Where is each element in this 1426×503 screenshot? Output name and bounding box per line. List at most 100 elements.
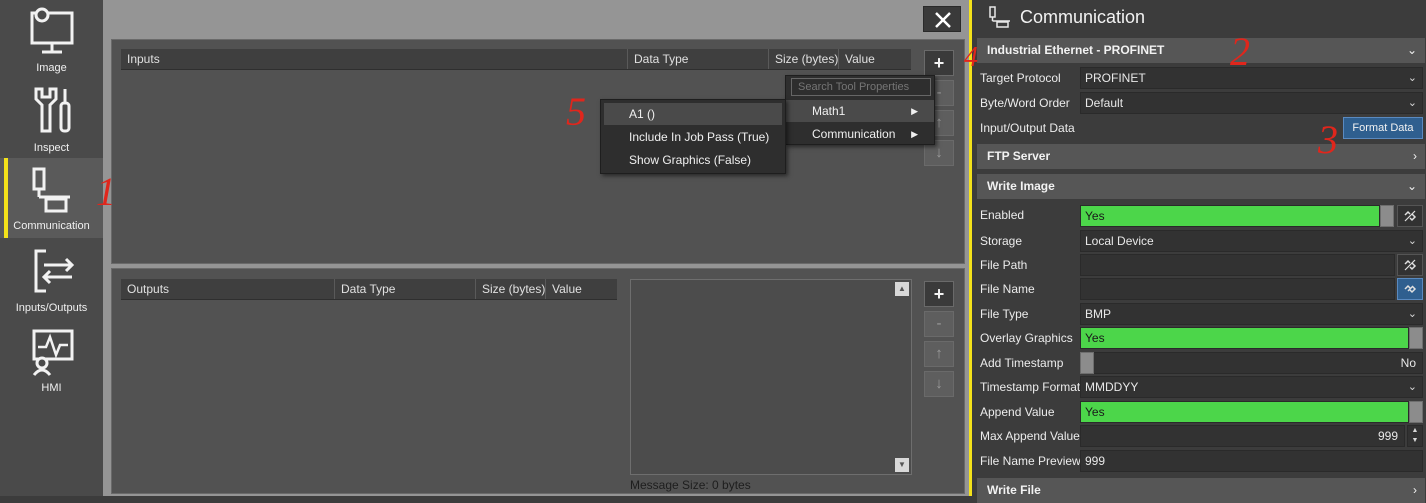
file-name-label: File Name [980, 282, 1035, 296]
left-nav: Image Inspect Communication Inputs/Outpu… [0, 0, 103, 496]
move-output-down-button[interactable]: ↓ [924, 371, 954, 397]
menu-item-communication[interactable]: Communication ▶ [786, 123, 934, 145]
overlay-graphics-toggle-knob[interactable] [1409, 327, 1423, 349]
file-name-input[interactable] [1080, 278, 1395, 300]
nav-label-communication: Communication [13, 220, 90, 232]
add-timestamp-label: Add Timestamp [980, 356, 1064, 370]
submenu-item-show-graphics[interactable]: Show Graphics (False) [601, 149, 785, 171]
outputs-col-data-type[interactable]: Data Type [334, 279, 395, 299]
byte-order-label: Byte/Word Order [980, 96, 1070, 110]
append-value-toggle-knob[interactable] [1409, 401, 1423, 423]
add-input-button[interactable]: + [924, 50, 954, 76]
max-append-value-input[interactable]: 999 [1080, 425, 1405, 447]
file-type-select[interactable]: BMP ⌄ [1080, 303, 1423, 325]
nav-item-hmi[interactable]: HMI [0, 320, 103, 400]
submenu-arrow-icon: ▶ [911, 129, 918, 139]
chevron-right-icon: › [1413, 483, 1417, 497]
unlink-icon [1404, 259, 1417, 271]
storage-label: Storage [980, 234, 1023, 248]
network-icon [989, 6, 1010, 28]
annotation-1: 1 [96, 169, 116, 214]
timestamp-format-select[interactable]: MMDDYY ⌄ [1080, 376, 1423, 398]
nav-item-inputs-outputs[interactable]: Inputs/Outputs [0, 240, 103, 320]
outputs-col-name[interactable]: Outputs [121, 279, 169, 299]
inputs-col-data-type[interactable]: Data Type [627, 49, 688, 69]
target-protocol-select[interactable]: PROFINET ⌄ [1080, 67, 1423, 89]
tools-icon [34, 87, 71, 133]
annotation-4: 4 [964, 42, 978, 73]
annotation-2: 2 [1230, 29, 1250, 74]
max-append-value-label: Max Append Value [980, 429, 1080, 443]
submenu-item-a1[interactable]: A1 () [604, 103, 782, 125]
nav-label-hmi: HMI [41, 382, 62, 394]
byte-order-select[interactable]: Default ⌄ [1080, 92, 1423, 114]
add-timestamp-toggle[interactable]: No [1080, 352, 1423, 374]
section-ftp-server[interactable]: FTP Server › [977, 144, 1425, 169]
inputs-col-name[interactable]: Inputs [121, 49, 160, 69]
io-arrows-icon [34, 249, 75, 293]
format-data-button[interactable]: Format Data [1343, 117, 1423, 139]
file-type-value: BMP [1085, 307, 1112, 321]
submenu-item-include-in-job-pass[interactable]: Include In Job Pass (True) [601, 126, 785, 148]
scroll-up-arrow-icon[interactable]: ▲ [895, 282, 909, 296]
spinner-up-icon[interactable]: ▲ [1408, 426, 1422, 436]
submenu-arrow-icon: ▶ [911, 106, 918, 116]
inputs-table-header: Inputs Data Type Size (bytes) Value [121, 49, 911, 70]
inputs-panel [111, 39, 965, 264]
scroll-down-arrow-icon[interactable]: ▼ [895, 458, 909, 472]
chevron-down-icon: ⌄ [1407, 235, 1417, 247]
section-write-image-title: Write Image [987, 179, 1055, 193]
enabled-toggle-knob[interactable] [1380, 205, 1394, 227]
timestamp-format-label: Timestamp Format [980, 380, 1081, 394]
nav-item-communication[interactable]: Communication [0, 158, 103, 238]
message-size-label: Message Size: 0 bytes [630, 478, 751, 492]
close-button[interactable] [923, 6, 961, 32]
move-output-up-button[interactable]: ↑ [924, 341, 954, 367]
inputs-col-size[interactable]: Size (bytes) [768, 49, 838, 69]
max-append-spinner[interactable]: ▲ ▼ [1407, 425, 1423, 447]
add-context-menu: Math1 ▶ Communication ▶ [785, 75, 935, 145]
nav-label-inspect: Inspect [33, 142, 70, 154]
menu-item-math1[interactable]: Math1 ▶ [786, 100, 934, 122]
add-output-button[interactable]: + [924, 281, 954, 307]
file-path-input[interactable] [1080, 254, 1395, 276]
file-type-label: File Type [980, 307, 1029, 321]
search-tool-properties-input[interactable] [791, 78, 931, 96]
append-value-label: Append Value [980, 405, 1055, 419]
overlay-graphics-toggle[interactable]: Yes [1080, 327, 1409, 349]
section-industrial-ethernet-title: Industrial Ethernet - PROFINET [987, 43, 1165, 57]
add-timestamp-toggle-knob[interactable] [1080, 352, 1094, 374]
menu-item-communication-label: Communication [812, 127, 896, 141]
append-value-toggle[interactable]: Yes [1080, 401, 1409, 423]
byte-order-value: Default [1085, 96, 1124, 110]
section-industrial-ethernet[interactable]: Industrial Ethernet - PROFINET ⌄ [977, 38, 1425, 63]
storage-select[interactable]: Local Device ⌄ [1080, 230, 1423, 252]
remove-output-button[interactable]: - [924, 311, 954, 337]
nav-label-image: Image [36, 62, 67, 74]
unlink-button[interactable] [1397, 205, 1423, 227]
enabled-toggle[interactable]: Yes [1080, 205, 1380, 227]
section-write-file-title: Write File [987, 483, 1041, 497]
inputs-col-value[interactable]: Value [838, 49, 875, 69]
outputs-col-value[interactable]: Value [545, 279, 582, 299]
outputs-col-size[interactable]: Size (bytes) [475, 279, 545, 299]
monitor-gear-icon [30, 7, 74, 54]
close-icon [935, 12, 951, 28]
math1-submenu: A1 () Include In Job Pass (True) Show Gr… [600, 99, 786, 174]
target-protocol-label: Target Protocol [980, 71, 1061, 85]
file-name-preview-label: File Name Preview [980, 454, 1081, 468]
network-icon [32, 167, 70, 213]
chevron-down-icon: ⌄ [1407, 308, 1417, 320]
section-write-file[interactable]: Write File › [977, 478, 1425, 503]
nav-item-inspect[interactable]: Inspect [0, 80, 103, 160]
nav-item-image[interactable]: Image [0, 0, 103, 80]
file-path-unlink-button[interactable] [1397, 254, 1423, 276]
file-name-link-button[interactable] [1397, 278, 1423, 300]
annotation-5: 5 [566, 89, 586, 134]
section-write-image[interactable]: Write Image ⌄ [977, 174, 1425, 199]
unlink-icon [1404, 210, 1417, 222]
hmi-icon [32, 329, 74, 376]
spinner-down-icon[interactable]: ▼ [1408, 436, 1422, 446]
link-icon [1404, 284, 1417, 294]
enabled-label: Enabled [980, 208, 1025, 222]
